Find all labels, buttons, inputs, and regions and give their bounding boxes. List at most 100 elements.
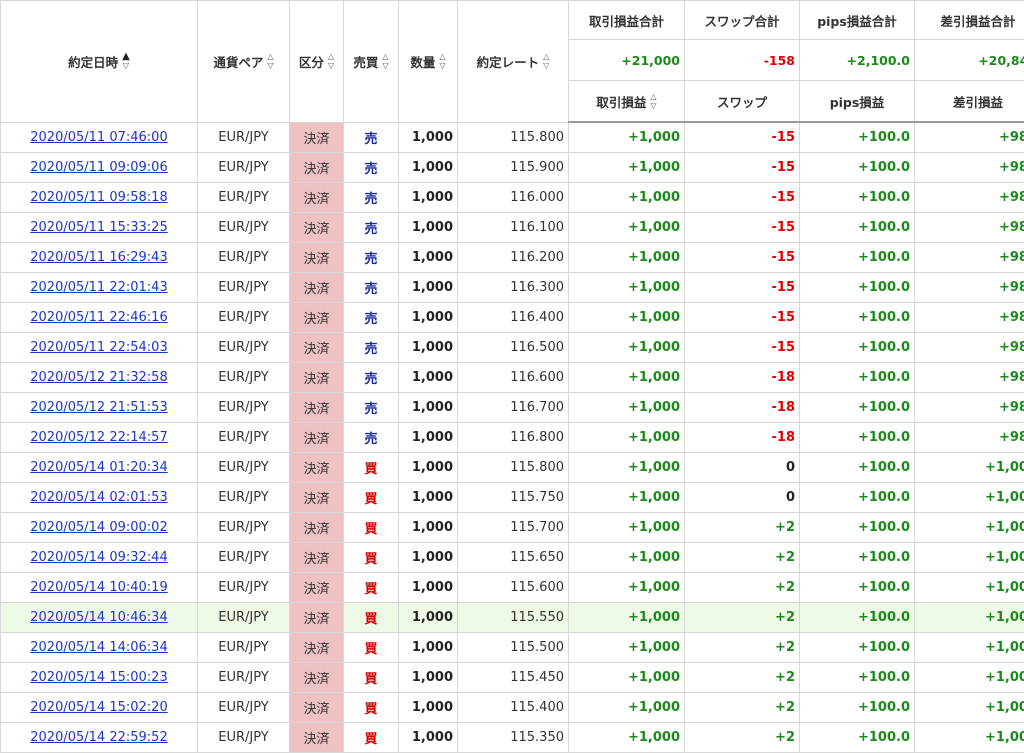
cell-qty: 1,000 (398, 602, 458, 633)
trade-history-table: 約定日時 ▲ ▽ 通貨ペア △ ▽ 区分 △ ▽ 売買 △ ▽ 数量 △ ▽ 約定レート (0, 0, 1024, 753)
cell-date: 2020/05/14 22:59:52 (0, 722, 198, 753)
cell-qty: 1,000 (398, 362, 458, 393)
col-header-rate[interactable]: 約定レート △ ▽ (457, 0, 569, 123)
cell-swap: -15 (684, 182, 800, 213)
sort-pair-icon[interactable]: △ ▽ (267, 52, 273, 70)
cell-kubun: 決済 (289, 452, 344, 483)
cell-pl: +1,000 (568, 722, 685, 753)
col-header-kubun[interactable]: 区分 △ ▽ (289, 0, 344, 123)
cell-pair: EUR/JPY (197, 302, 290, 333)
trade-date-link[interactable]: 2020/05/12 22:14:57 (30, 430, 167, 445)
trade-date-link[interactable]: 2020/05/11 07:46:00 (30, 130, 167, 145)
cell-qty: 1,000 (398, 542, 458, 573)
cell-pips: +100.0 (799, 572, 915, 603)
trade-date-link[interactable]: 2020/05/14 09:32:44 (30, 550, 167, 565)
trade-date-link[interactable]: 2020/05/14 09:00:02 (30, 520, 167, 535)
cell-kubun: 決済 (289, 512, 344, 543)
cell-pips: +100.0 (799, 362, 915, 393)
col-header-pl[interactable]: 取引損益 △ ▽ (568, 80, 685, 123)
trade-date-link[interactable]: 2020/05/11 09:58:18 (30, 190, 167, 205)
trade-date-link[interactable]: 2020/05/14 15:02:20 (30, 700, 167, 715)
cell-side: 買 (343, 512, 399, 543)
sort-rate-icon[interactable]: △ ▽ (543, 52, 549, 70)
trade-date-link[interactable]: 2020/05/12 21:32:58 (30, 370, 167, 385)
col-header-pair[interactable]: 通貨ペア △ ▽ (197, 0, 290, 123)
cell-kubun: 決済 (289, 482, 344, 513)
cell-qty: 1,000 (398, 212, 458, 243)
trade-date-link[interactable]: 2020/05/11 16:29:43 (30, 250, 167, 265)
trade-date-link[interactable]: 2020/05/11 22:01:43 (30, 280, 167, 295)
cell-pair: EUR/JPY (197, 332, 290, 363)
cell-side: 買 (343, 662, 399, 693)
cell-net: +982 (914, 422, 1024, 453)
trade-date-link[interactable]: 2020/05/11 09:09:06 (30, 160, 167, 175)
cell-pips: +100.0 (799, 121, 915, 153)
trade-date-link[interactable]: 2020/05/14 01:20:34 (30, 460, 167, 475)
header-swap-total: スワップ合計 (684, 0, 800, 40)
cell-date: 2020/05/11 07:46:00 (0, 121, 198, 153)
trade-date-link[interactable]: 2020/05/14 10:40:19 (30, 580, 167, 595)
trade-date-link[interactable]: 2020/05/14 02:01:53 (30, 490, 167, 505)
trade-date-link[interactable]: 2020/05/14 14:06:34 (30, 640, 167, 655)
table-row: 2020/05/11 22:46:16 EUR/JPY 決済売 1,000 116.40… (0, 302, 1024, 333)
cell-pair: EUR/JPY (197, 632, 290, 663)
cell-kubun: 決済 (289, 332, 344, 363)
cell-side: 買 (343, 692, 399, 723)
cell-side: 買 (343, 722, 399, 753)
cell-pair: EUR/JPY (197, 392, 290, 423)
cell-pips: +100.0 (799, 542, 915, 573)
cell-pair: EUR/JPY (197, 482, 290, 513)
cell-kubun: 決済 (289, 242, 344, 273)
cell-pips: +100.0 (799, 662, 915, 693)
cell-pl: +1,000 (568, 362, 685, 393)
cell-kubun: 決済 (289, 632, 344, 663)
cell-kubun: 決済 (289, 602, 344, 633)
cell-swap: +2 (684, 542, 800, 573)
total-swap-value: -158 (684, 39, 800, 81)
col-header-qty[interactable]: 数量 △ ▽ (398, 0, 458, 123)
trade-date-link[interactable]: 2020/05/14 10:46:34 (30, 610, 167, 625)
cell-pair: EUR/JPY (197, 152, 290, 183)
sort-date-icon[interactable]: ▲ ▽ (122, 52, 130, 71)
cell-net: +985 (914, 152, 1024, 183)
col-header-side[interactable]: 売買 △ ▽ (343, 0, 399, 123)
cell-kubun: 決済 (289, 152, 344, 183)
sort-pl-icon[interactable]: △ ▽ (650, 92, 656, 110)
sort-kubun-icon[interactable]: △ ▽ (328, 52, 334, 70)
cell-qty: 1,000 (398, 512, 458, 543)
cell-rate: 115.750 (457, 482, 569, 513)
col-header-swap: スワップ (684, 80, 800, 123)
cell-swap: -15 (684, 121, 800, 153)
col-header-pips: pips損益 (799, 80, 915, 123)
trade-date-link[interactable]: 2020/05/11 22:46:16 (30, 310, 167, 325)
table-row: 2020/05/14 15:00:23 EUR/JPY 決済買 1,000 115.45… (0, 662, 1024, 693)
cell-pair: EUR/JPY (197, 722, 290, 753)
cell-pl: +1,000 (568, 242, 685, 273)
trade-date-link[interactable]: 2020/05/11 15:33:25 (30, 220, 167, 235)
cell-pl: +1,000 (568, 662, 685, 693)
table-row: 2020/05/12 21:51:53 EUR/JPY 決済売 1,000 116.70… (0, 392, 1024, 423)
trade-date-link[interactable]: 2020/05/11 22:54:03 (30, 340, 167, 355)
cell-side: 買 (343, 482, 399, 513)
cell-pl: +1,000 (568, 452, 685, 483)
cell-kubun: 決済 (289, 182, 344, 213)
sort-qty-icon[interactable]: △ ▽ (439, 52, 445, 70)
cell-net: +1,002 (914, 572, 1024, 603)
trade-date-link[interactable]: 2020/05/12 21:51:53 (30, 400, 167, 415)
cell-pair: EUR/JPY (197, 602, 290, 633)
cell-rate: 116.200 (457, 242, 569, 273)
cell-pl: +1,000 (568, 542, 685, 573)
cell-side: 売 (343, 242, 399, 273)
trade-date-link[interactable]: 2020/05/14 15:00:23 (30, 670, 167, 685)
cell-date: 2020/05/12 22:14:57 (0, 422, 198, 453)
col-header-date[interactable]: 約定日時 ▲ ▽ (0, 0, 198, 123)
cell-pips: +100.0 (799, 302, 915, 333)
table-row: 2020/05/14 02:01:53 EUR/JPY 決済買 1,000 115.75… (0, 482, 1024, 513)
cell-date: 2020/05/12 21:32:58 (0, 362, 198, 393)
cell-date: 2020/05/11 15:33:25 (0, 212, 198, 243)
sort-side-icon[interactable]: △ ▽ (382, 52, 388, 70)
trade-date-link[interactable]: 2020/05/14 22:59:52 (30, 730, 167, 745)
cell-qty: 1,000 (398, 242, 458, 273)
cell-qty: 1,000 (398, 692, 458, 723)
cell-pips: +100.0 (799, 332, 915, 363)
